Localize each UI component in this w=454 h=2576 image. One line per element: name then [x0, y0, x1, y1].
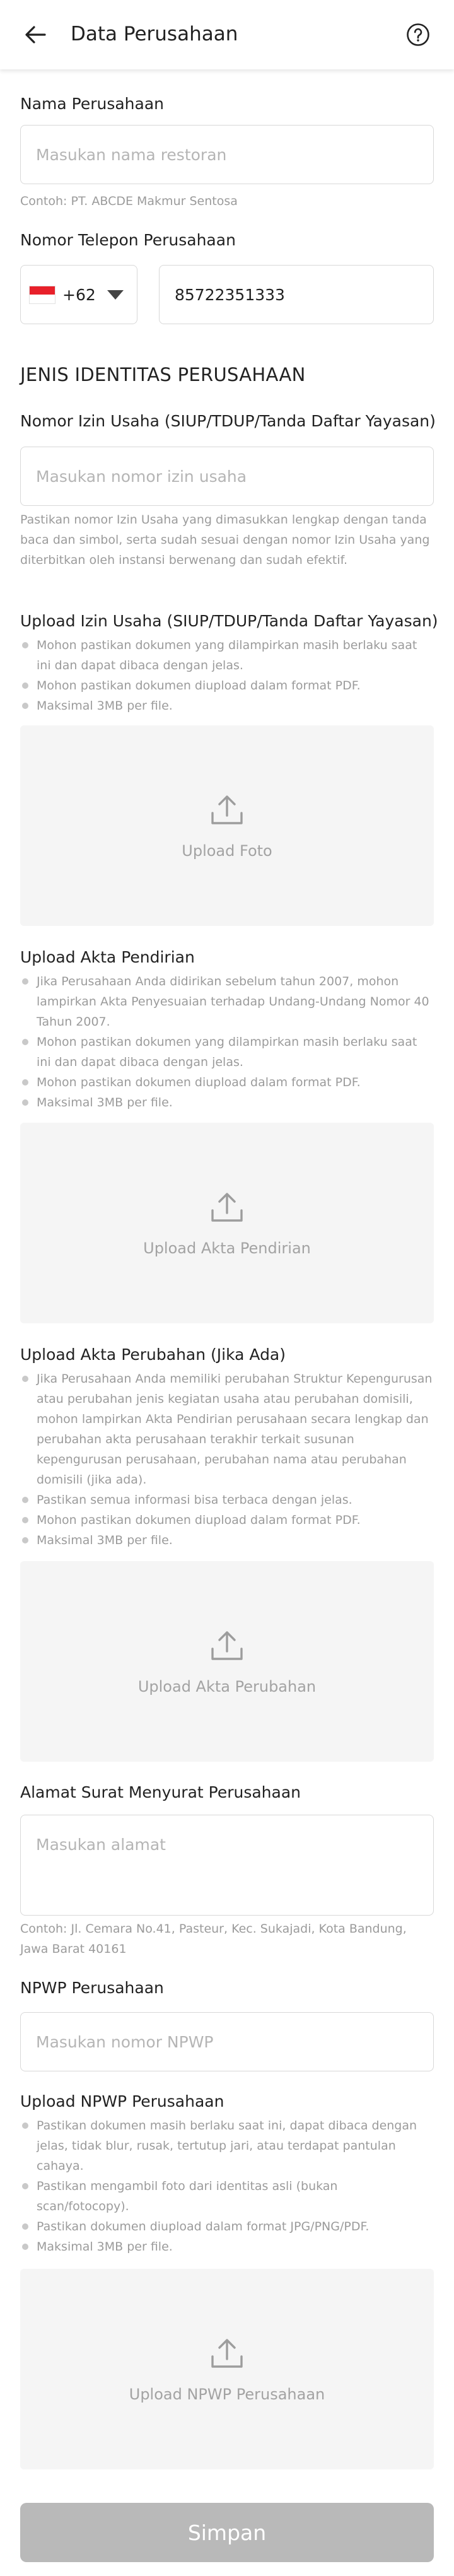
deed-upload-label: Upload Akta Pendirian [20, 948, 195, 966]
address-hint: Contoh: Jl. Cemara No.41, Pasteur, Kec. … [20, 1922, 407, 1956]
address-input[interactable] [20, 1815, 434, 1916]
company-name-label: Nama Perusahaan [20, 95, 165, 113]
amendment-upload-notes: Jika Perusahaan Anda memiliki perubahan … [20, 1369, 434, 1550]
deed-upload-notes: Jika Perusahaan Anda didirikan sebelum t… [20, 971, 434, 1113]
chevron-down-icon [107, 290, 124, 300]
country-code-value: +62 [62, 285, 96, 304]
list-item: Maksimal 3MB per file. [20, 1092, 434, 1113]
save-button[interactable]: Simpan [20, 2503, 434, 2562]
permit-number-label: Nomor Izin Usaha (SIUP/TDUP/Tanda Daftar… [20, 412, 436, 430]
list-item: Mohon pastikan dokumen diupload dalam fo… [20, 1072, 434, 1092]
list-item: Pastikan dokumen masih berlaku saat ini,… [20, 2116, 434, 2176]
list-item: Mohon pastikan dokumen diupload dalam fo… [20, 676, 434, 696]
permit-upload-area[interactable]: Upload Foto [20, 725, 434, 926]
address-label: Alamat Surat Menyurat Perusahaan [20, 1783, 301, 1801]
permit-number-hint: Pastikan nomor Izin Usaha yang dimasukka… [20, 513, 430, 567]
identity-section-heading: JENIS IDENTITAS PERUSAHAAN [20, 364, 306, 385]
upload-icon [211, 795, 243, 824]
npwp-upload-label: Upload NPWP Perusahaan [20, 2092, 224, 2111]
amendment-upload-label: Upload Akta Perubahan (Jika Ada) [20, 1345, 286, 1364]
upload-button-label: Upload NPWP Perusahaan [129, 2386, 325, 2403]
phone-number-input[interactable] [159, 265, 434, 324]
indonesia-flag-icon [30, 286, 55, 303]
list-item: Mohon pastikan dokumen yang dilampirkan … [20, 635, 434, 676]
npwp-upload-notes: Pastikan dokumen masih berlaku saat ini,… [20, 2116, 434, 2257]
list-item: Maksimal 3MB per file. [20, 2237, 434, 2257]
permit-upload-label: Upload Izin Usaha (SIUP/TDUP/Tanda Dafta… [20, 612, 438, 630]
company-name-hint: Contoh: PT. ABCDE Makmur Sentosa [20, 194, 238, 208]
app-header: Data Perusahaan [0, 0, 454, 69]
list-item: Mohon pastikan dokumen diupload dalam fo… [20, 1510, 434, 1530]
upload-button-label: Upload Akta Perubahan [137, 1678, 317, 1695]
upload-button-label: Upload Akta Pendirian [143, 1239, 311, 1257]
upload-icon [211, 1631, 243, 1660]
phone-label: Nomor Telepon Perusahaan [20, 231, 236, 249]
list-item: Pastikan semua informasi bisa terbaca de… [20, 1490, 434, 1510]
list-item: Jika Perusahaan Anda didirikan sebelum t… [20, 971, 434, 1032]
amendment-upload-area[interactable]: Upload Akta Perubahan [20, 1561, 434, 1762]
list-item: Maksimal 3MB per file. [20, 696, 434, 716]
list-item: Pastikan mengambil foto dari identitas a… [20, 2176, 434, 2216]
npwp-upload-area[interactable]: Upload NPWP Perusahaan [20, 2269, 434, 2469]
list-item: Jika Perusahaan Anda memiliki perubahan … [20, 1369, 434, 1490]
help-icon[interactable] [404, 21, 432, 49]
deed-upload-area[interactable]: Upload Akta Pendirian [20, 1123, 434, 1323]
permit-number-input[interactable] [20, 447, 434, 506]
list-item: Maksimal 3MB per file. [20, 1530, 434, 1550]
upload-icon [211, 2339, 243, 2368]
upload-icon [211, 1193, 243, 1222]
permit-upload-notes: Mohon pastikan dokumen yang dilampirkan … [20, 635, 434, 716]
npwp-input[interactable] [20, 2012, 434, 2071]
back-arrow-icon[interactable] [21, 21, 49, 49]
list-item: Pastikan dokumen diupload dalam format J… [20, 2216, 434, 2237]
company-name-input[interactable] [20, 125, 434, 184]
list-item: Mohon pastikan dokumen yang dilampirkan … [20, 1032, 434, 1072]
npwp-label: NPWP Perusahaan [20, 1979, 164, 1997]
page-title: Data Perusahaan [71, 23, 238, 45]
country-code-select[interactable]: +62 [20, 265, 137, 324]
upload-button-label: Upload Foto [182, 842, 272, 860]
